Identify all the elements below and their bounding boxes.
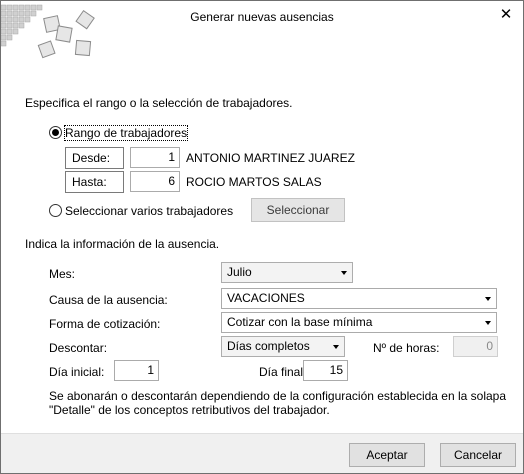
chevron-down-icon	[341, 271, 347, 275]
start-day-input[interactable]: 1	[114, 360, 159, 381]
end-day-input[interactable]: 15	[303, 360, 348, 381]
note-line-2: "Detalle" de los conceptos retributivos …	[49, 403, 330, 417]
deduct-value: Días completos	[227, 339, 310, 353]
from-worker-input[interactable]: 1	[130, 147, 180, 168]
deduct-select[interactable]: Días completos	[221, 336, 345, 357]
workers-heading: Especifica el rango o la selección de tr…	[25, 96, 293, 110]
dialog-title: Generar nuevas ausencias	[190, 10, 334, 24]
hours-input[interactable]: 0	[453, 336, 498, 357]
from-worker-name: ANTONIO MARTINEZ JUAREZ	[186, 151, 355, 165]
cause-label: Causa de la ausencia:	[49, 293, 168, 307]
range-radio[interactable]	[49, 126, 62, 139]
dialog-content: Especifica el rango o la selección de tr…	[1, 73, 523, 433]
to-label: Hasta:	[65, 171, 124, 193]
chevron-down-icon	[485, 321, 491, 325]
cause-value: VACACIONES	[227, 291, 305, 305]
month-select[interactable]: Julio	[221, 262, 353, 283]
absence-heading: Indica la información de la ausencia.	[25, 237, 220, 251]
start-day-label: Día inicial:	[49, 365, 105, 379]
cause-select[interactable]: VACACIONES	[221, 288, 497, 309]
deduct-label: Descontar:	[49, 341, 108, 355]
to-worker-name: ROCIO MARTOS SALAS	[186, 175, 322, 189]
note-line-1: Se abonarán o descontarán dependiendo de…	[49, 389, 507, 403]
to-worker-input[interactable]: 6	[130, 171, 180, 192]
title-bar: Generar nuevas ausencias ✕	[1, 1, 523, 73]
generate-absences-dialog: Generar nuevas ausencias ✕ Especifica el…	[0, 0, 524, 474]
from-label: Desde:	[65, 147, 124, 169]
select-workers-button[interactable]: Seleccionar	[251, 198, 345, 222]
chevron-down-icon	[333, 345, 339, 349]
hours-label: Nº de horas:	[373, 341, 440, 355]
range-radio-label[interactable]: Rango de trabajadores	[63, 125, 189, 141]
contribution-label: Forma de cotización:	[49, 317, 161, 331]
month-value: Julio	[227, 265, 252, 279]
dialog-footer: Aceptar Cancelar	[1, 433, 523, 473]
contribution-select[interactable]: Cotizar con la base mínima	[221, 312, 497, 333]
end-day-label: Día final:	[259, 365, 307, 379]
select-workers-label[interactable]: Seleccionar varios trabajadores	[65, 204, 233, 218]
close-icon[interactable]: ✕	[495, 5, 517, 25]
chevron-down-icon	[485, 297, 491, 301]
select-workers-radio[interactable]	[49, 204, 62, 217]
contribution-value: Cotizar con la base mínima	[227, 315, 373, 329]
month-label: Mes:	[49, 267, 76, 281]
cancel-button[interactable]: Cancelar	[440, 443, 516, 467]
accept-button[interactable]: Aceptar	[349, 443, 425, 467]
